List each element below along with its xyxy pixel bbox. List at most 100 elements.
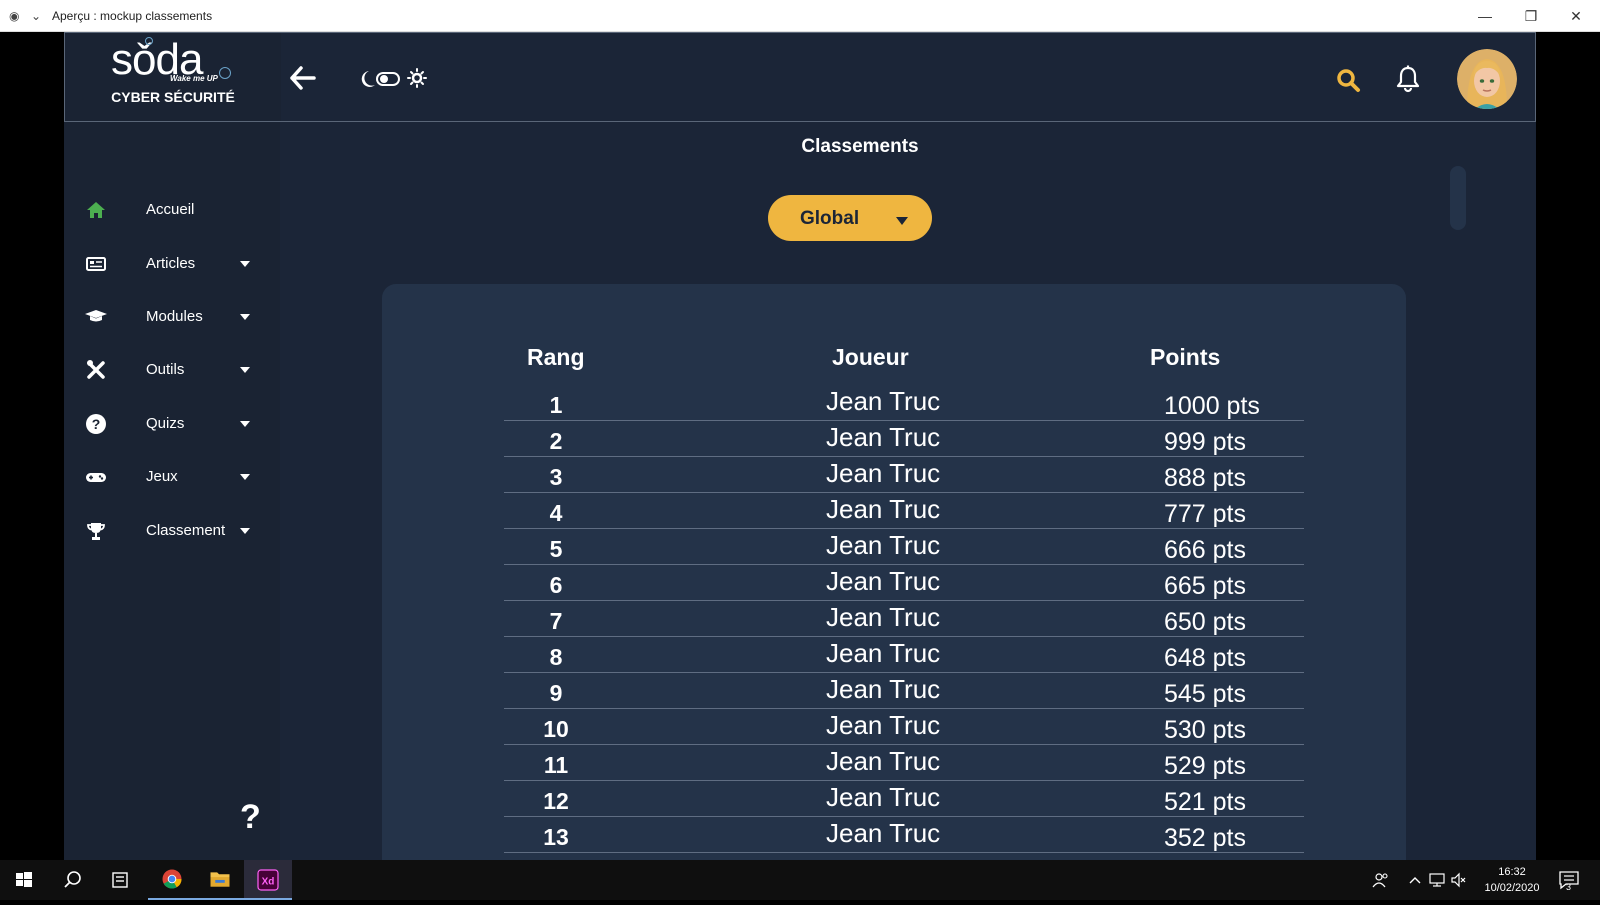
volume-muted-icon[interactable] <box>1450 872 1468 888</box>
chevron-down-icon[interactable] <box>240 367 250 373</box>
sidebar-item-label: Jeux <box>146 468 178 485</box>
chevron-down-icon[interactable] <box>240 261 250 267</box>
points-cell: 666 pts <box>1164 536 1247 564</box>
sidebar-item-modules[interactable]: Modules <box>64 297 280 337</box>
table-row[interactable]: 8 Jean Truc 648 pts <box>504 636 1304 673</box>
people-icon[interactable] <box>1372 872 1390 888</box>
sidebar-item-classement[interactable]: Classement <box>64 511 280 551</box>
chevron-down-icon[interactable]: ⌄ <box>31 8 41 24</box>
player-cell: Jean Truc <box>826 458 941 488</box>
player-cell: Jean Truc <box>826 602 941 632</box>
window-title: Aperçu : mockup classements <box>52 9 213 23</box>
rank-cell: 2 <box>549 428 563 454</box>
chevron-down-icon[interactable] <box>240 314 250 320</box>
rank-cell: 9 <box>549 680 563 706</box>
sidebar-item-accueil[interactable]: Accueil <box>64 190 280 230</box>
player-cell: Jean Truc <box>826 710 941 740</box>
table-row[interactable]: 12 Jean Truc 521 pts <box>504 780 1304 817</box>
tools-icon <box>87 360 105 379</box>
sidebar-item-label: Modules <box>146 308 203 325</box>
task-view-icon[interactable] <box>96 860 144 900</box>
table-row[interactable]: 13 Jean Truc 352 pts <box>504 816 1304 853</box>
rank-cell: 10 <box>543 716 569 742</box>
player-cell: Jean Truc <box>826 674 941 704</box>
column-header-player: Joueur <box>832 344 909 370</box>
logo-tagline: Wake me UP <box>170 74 218 83</box>
back-arrow-icon[interactable] <box>287 63 319 93</box>
sidebar-item-articles[interactable]: Articles <box>64 244 280 284</box>
rank-cell: 1 <box>549 392 563 418</box>
clock-time: 16:32 <box>1498 866 1526 878</box>
home-icon <box>87 202 105 218</box>
system-clock[interactable]: 16:32 10/02/2020 <box>1470 864 1554 896</box>
taskbar: Xd 16:32 10/02/2020 3 <box>0 860 1600 900</box>
table-row[interactable]: 1 Jean Truc 1000 pts <box>504 384 1304 421</box>
points-cell: 1000 pts <box>1164 392 1260 420</box>
question-circle-icon: ? <box>86 414 106 434</box>
chevron-down-icon <box>896 217 908 225</box>
chevron-down-icon[interactable] <box>240 528 250 534</box>
adobe-xd-button[interactable]: Xd <box>244 860 292 900</box>
chrome-icon[interactable] <box>148 860 196 900</box>
trophy-icon <box>87 523 105 540</box>
player-cell: Jean Truc <box>826 566 941 596</box>
column-header-points: Points <box>1150 344 1221 370</box>
sidebar-item-label: Classement <box>146 522 226 539</box>
player-cell: Jean Truc <box>826 746 941 776</box>
close-button[interactable]: ✕ <box>1556 4 1596 28</box>
bell-icon[interactable] <box>1395 65 1421 93</box>
table-row[interactable]: 3 Jean Truc 888 pts <box>504 456 1304 493</box>
sidebar-item-jeux[interactable]: Jeux <box>64 457 280 497</box>
search-icon[interactable] <box>1335 67 1361 93</box>
user-avatar[interactable] <box>1457 49 1517 109</box>
sidebar-item-label: Quizs <box>146 415 185 432</box>
svg-text:?: ? <box>92 416 101 432</box>
network-icon[interactable] <box>1428 872 1446 888</box>
file-explorer-icon[interactable] <box>196 860 244 900</box>
sidebar: Accueil Articles Modules Outils ? Quizs … <box>64 122 280 860</box>
scrollbar-thumb[interactable] <box>1450 166 1466 230</box>
sidebar-item-quizs[interactable]: ? Quizs <box>64 404 280 444</box>
player-cell: Jean Truc <box>826 494 941 524</box>
record-icon[interactable]: ◉ <box>9 8 19 24</box>
logo[interactable]: sǒda Wake me UP CYBER SÉCURITÉ <box>65 33 281 121</box>
player-cell: Jean Truc <box>826 818 941 848</box>
table-row[interactable]: 6 Jean Truc 665 pts <box>504 564 1304 601</box>
table-row[interactable]: 5 Jean Truc 666 pts <box>504 528 1304 565</box>
ranking-filter-dropdown[interactable]: Global <box>768 195 932 241</box>
bubble-decoration <box>219 67 231 79</box>
table-row[interactable]: 10 Jean Truc 530 pts <box>504 708 1304 745</box>
adobe-xd-icon: Xd <box>257 869 279 891</box>
page-title: Classements <box>801 136 919 157</box>
player-cell: Jean Truc <box>826 782 941 812</box>
table-row[interactable]: 4 Jean Truc 777 pts <box>504 492 1304 529</box>
notification-count-badge: 3 <box>1566 882 1572 892</box>
sidebar-item-outils[interactable]: Outils <box>64 350 280 390</box>
theme-toggle[interactable] <box>357 67 437 91</box>
chevron-down-icon[interactable] <box>240 421 250 427</box>
points-cell: 665 pts <box>1164 572 1247 600</box>
table-row[interactable]: 7 Jean Truc 650 pts <box>504 600 1304 637</box>
table-row[interactable]: 2 Jean Truc 999 pts <box>504 420 1304 457</box>
rank-cell: 11 <box>543 752 569 778</box>
logo-subtitle: CYBER SÉCURITÉ <box>111 89 235 105</box>
points-cell: 545 pts <box>1164 680 1247 708</box>
player-cell: Jean Truc <box>826 530 941 560</box>
table-row[interactable]: 11 Jean Truc 529 pts <box>504 744 1304 781</box>
sidebar-item-label: Articles <box>146 255 196 272</box>
windows-start-icon[interactable] <box>0 860 48 900</box>
minimize-button[interactable]: — <box>1465 4 1505 28</box>
player-cell: Jean Truc <box>826 422 941 452</box>
rank-cell: 4 <box>549 500 563 526</box>
player-cell: Jean Truc <box>826 638 941 668</box>
table-row[interactable]: 9 Jean Truc 545 pts <box>504 672 1304 709</box>
chevron-up-icon[interactable] <box>1408 874 1422 886</box>
graduation-cap-icon <box>85 310 107 322</box>
help-icon[interactable]: ? <box>240 798 261 837</box>
chevron-down-icon[interactable] <box>240 474 250 480</box>
restore-button[interactable]: ❐ <box>1511 4 1551 28</box>
search-icon[interactable] <box>48 860 96 900</box>
main-content: Classements Global Rang Joueur Points 1 J… <box>280 122 1536 860</box>
rank-cell: 7 <box>549 608 563 634</box>
points-cell: 999 pts <box>1164 428 1247 456</box>
